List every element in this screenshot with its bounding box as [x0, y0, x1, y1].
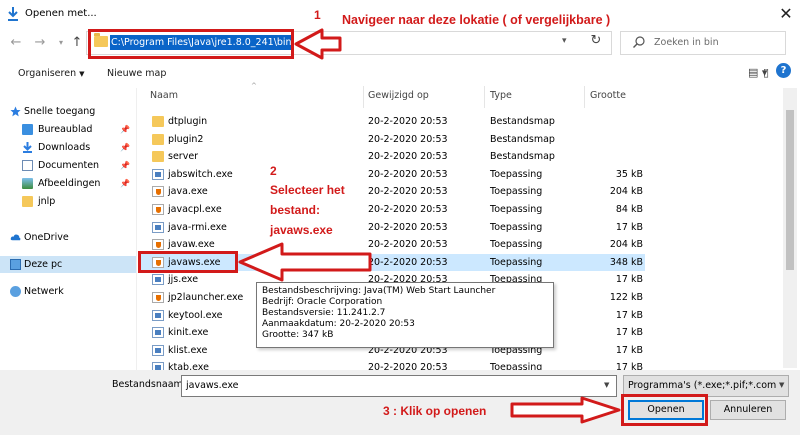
arrow-1-icon: [294, 28, 342, 60]
annotation-step1-number: 1: [314, 8, 321, 22]
annotation-step2-line2: bestand:: [270, 203, 321, 217]
arrow-2-icon: [238, 242, 372, 282]
annotation-step3-text: 3 : Klik op openen: [383, 404, 487, 418]
annotation-arrows: [238, 28, 621, 424]
annotation-step2-number: 2: [270, 164, 277, 178]
annotation-step2-line3: javaws.exe: [270, 223, 333, 237]
annotation-step2-line1: Selecteer het: [270, 183, 345, 197]
arrow-3-icon: [510, 396, 621, 424]
annotation-step1-text: Navigeer naar deze lokatie ( of vergelij…: [342, 13, 611, 27]
